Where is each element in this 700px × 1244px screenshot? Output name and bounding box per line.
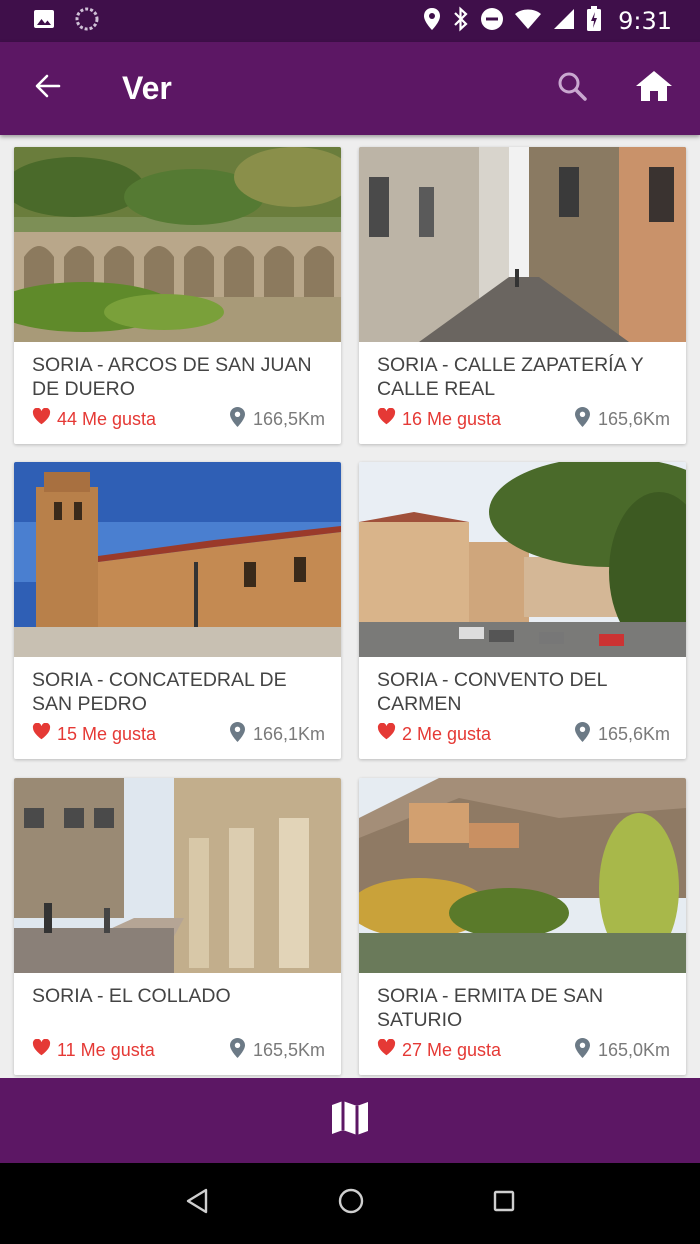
distance-label: 165,0Km <box>597 1039 670 1060</box>
likes-label: 27 Me gusta <box>402 1039 502 1060</box>
arrow-back-icon <box>33 71 63 106</box>
heart-icon <box>32 722 57 745</box>
location-pin-icon <box>574 721 598 747</box>
place-card[interactable]: SORIA - ARCOS DE SAN JUAN DE DUERO 44 Me… <box>14 147 341 444</box>
search-button[interactable] <box>548 65 596 113</box>
likes-count[interactable]: 15 Me gusta <box>32 722 157 745</box>
heart-icon <box>377 722 402 745</box>
place-photo-convento <box>359 462 686 657</box>
place-name: SORIA - ERMITA DE SAN SATURIO <box>377 985 604 1031</box>
home-icon <box>634 69 674 108</box>
back-button[interactable] <box>24 65 72 113</box>
heart-icon <box>32 1038 57 1061</box>
location-pin-icon <box>574 406 598 432</box>
place-card[interactable]: SORIA - EL COLLADO 11 Me gusta 165,5Km <box>14 778 341 1075</box>
place-name: SORIA - ARCOS DE SAN JUAN DE DUERO <box>32 354 312 400</box>
distance-label: 165,6Km <box>597 723 670 744</box>
place-meta: 15 Me gusta 166,1Km <box>32 721 325 747</box>
signal-icon <box>552 7 576 36</box>
image-icon <box>32 7 56 36</box>
likes-count[interactable]: 2 Me gusta <box>377 722 492 745</box>
loading-icon <box>74 6 100 37</box>
location-pin-icon <box>229 721 253 747</box>
status-time: 9:31 <box>618 7 672 35</box>
likes-label: 11 Me gusta <box>57 1039 155 1060</box>
map-icon[interactable] <box>331 1100 369 1141</box>
distance: 165,6Km <box>574 406 670 432</box>
place-meta: 2 Me gusta 165,6Km <box>377 721 670 747</box>
distance-label: 166,5Km <box>252 408 325 429</box>
place-meta: 44 Me gusta 166,5Km <box>32 406 325 432</box>
page-title: Ver <box>122 70 172 106</box>
likes-label: 16 Me gusta <box>402 408 502 429</box>
place-card[interactable]: SORIA - CONCATEDRAL DE SAN PEDRO 15 Me g… <box>14 462 341 759</box>
likes-label: 15 Me gusta <box>57 723 157 744</box>
battery-icon <box>586 5 602 37</box>
distance: 166,1Km <box>229 721 325 747</box>
do-not-disturb-icon <box>480 7 504 36</box>
place-card[interactable]: SORIA - CALLE ZAPATERÍA Y CALLE REAL 16 … <box>359 147 686 444</box>
distance: 165,5Km <box>229 1037 325 1063</box>
likes-label: 2 Me gusta <box>402 723 492 744</box>
location-pin-icon <box>229 1037 253 1063</box>
place-name: SORIA - CONVENTO DEL CARMEN <box>377 669 607 715</box>
place-photo-el-collado <box>14 778 341 973</box>
place-photo-ermita <box>359 778 686 973</box>
place-photo-calle-zapateria <box>359 147 686 342</box>
places-list[interactable]: SORIA - ARCOS DE SAN JUAN DE DUERO 44 Me… <box>0 135 700 1078</box>
heart-icon <box>32 407 57 430</box>
distance-label: 165,6Km <box>597 408 670 429</box>
back-triangle-icon[interactable] <box>184 1187 210 1220</box>
place-card[interactable]: SORIA - CONVENTO DEL CARMEN 2 Me gusta 1… <box>359 462 686 759</box>
distance: 165,0Km <box>574 1037 670 1063</box>
distance-label: 166,1Km <box>252 723 325 744</box>
likes-count[interactable]: 16 Me gusta <box>377 407 502 430</box>
home-circle-icon[interactable] <box>337 1187 365 1220</box>
location-pin-icon <box>229 406 253 432</box>
likes-label: 44 Me gusta <box>57 408 157 429</box>
search-icon <box>556 70 588 107</box>
place-photo-concatedral <box>14 462 341 657</box>
home-button[interactable] <box>626 61 682 117</box>
place-meta: 11 Me gusta 165,5Km <box>32 1037 325 1063</box>
distance-label: 165,5Km <box>252 1039 325 1060</box>
place-photo-arcos <box>14 147 341 342</box>
likes-count[interactable]: 27 Me gusta <box>377 1038 502 1061</box>
bluetooth-icon <box>452 6 470 37</box>
place-meta: 16 Me gusta 165,6Km <box>377 406 670 432</box>
heart-icon <box>377 407 402 430</box>
distance: 166,5Km <box>229 406 325 432</box>
app-bar: Ver <box>0 42 700 135</box>
place-name: SORIA - CALLE ZAPATERÍA Y CALLE REAL <box>377 354 644 400</box>
place-card[interactable]: SORIA - ERMITA DE SAN SATURIO 27 Me gust… <box>359 778 686 1075</box>
bottom-bar <box>0 1078 700 1163</box>
wifi-icon <box>514 7 542 36</box>
place-name: SORIA - CONCATEDRAL DE SAN PEDRO <box>32 669 287 715</box>
recents-square-icon[interactable] <box>492 1189 516 1218</box>
location-pin-icon <box>574 1037 598 1063</box>
location-icon <box>422 7 442 36</box>
system-nav-bar <box>0 1163 700 1244</box>
place-meta: 27 Me gusta 165,0Km <box>377 1037 670 1063</box>
place-name: SORIA - EL COLLADO <box>32 985 231 1007</box>
distance: 165,6Km <box>574 721 670 747</box>
likes-count[interactable]: 44 Me gusta <box>32 407 157 430</box>
heart-icon <box>377 1038 402 1061</box>
status-bar: 9:31 <box>0 0 700 42</box>
likes-count[interactable]: 11 Me gusta <box>32 1038 155 1061</box>
